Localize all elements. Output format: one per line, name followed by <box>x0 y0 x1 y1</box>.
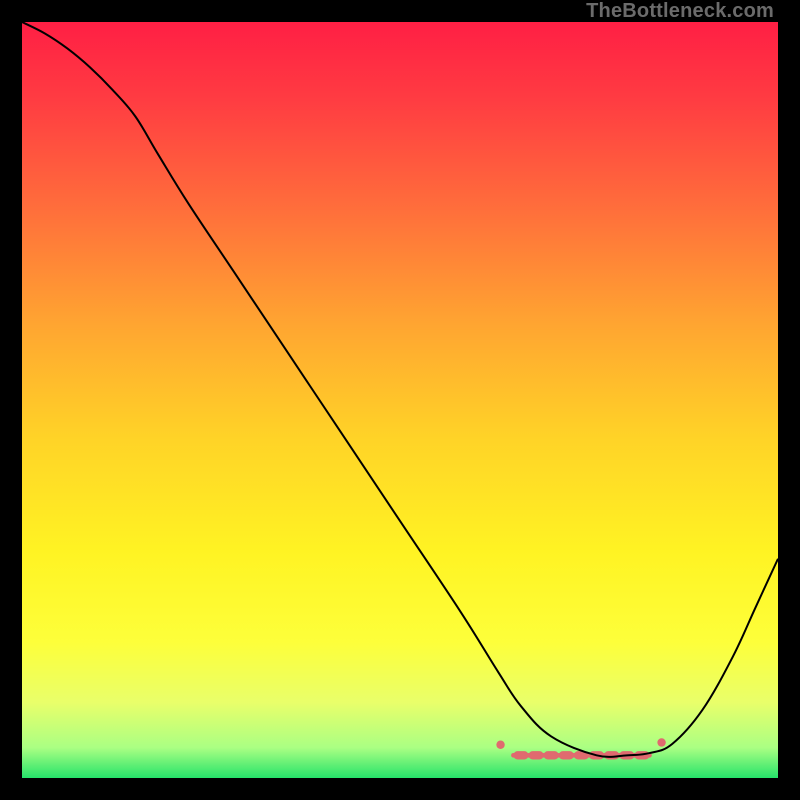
chart-frame <box>22 22 778 778</box>
flat-endpoint-dot <box>496 741 504 749</box>
flat-dot <box>511 753 516 758</box>
flat-endpoint-dot <box>657 738 665 746</box>
flat-dot <box>556 753 561 758</box>
flat-dot <box>541 753 546 758</box>
chart-svg <box>22 22 778 778</box>
watermark-text: TheBottleneck.com <box>586 0 774 23</box>
gradient-background <box>22 22 778 778</box>
flat-dot <box>572 753 577 758</box>
flat-dot <box>526 753 531 758</box>
